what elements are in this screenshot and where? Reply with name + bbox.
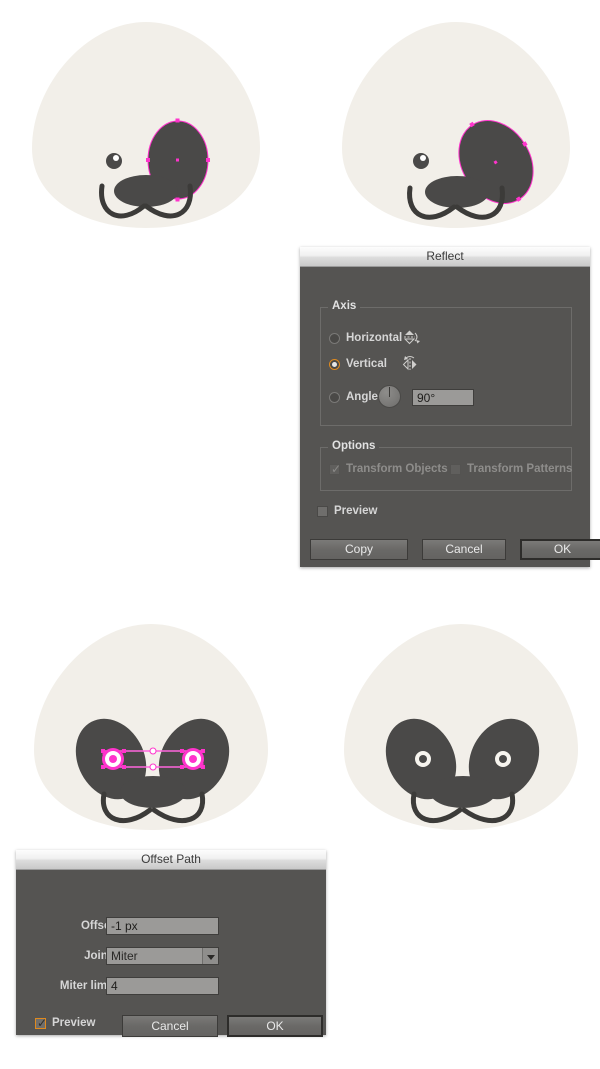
panda-eye-right-pupil bbox=[189, 755, 197, 763]
panda-eye-left-pupil bbox=[419, 755, 427, 763]
offset-input[interactable]: -1 px bbox=[106, 917, 219, 935]
checkmark-icon: ✓ bbox=[37, 1016, 48, 1030]
checkbox-preview-label[interactable]: Preview bbox=[334, 505, 377, 517]
panda-nose bbox=[120, 776, 186, 808]
panda-illustration-step-3 bbox=[34, 624, 268, 830]
panda-nose bbox=[430, 776, 496, 808]
joins-select-value: Miter bbox=[111, 949, 138, 963]
checkbox-transform-objects[interactable]: ✓ bbox=[329, 462, 342, 476]
miter-limit-input[interactable]: 4 bbox=[106, 977, 219, 995]
radio-axis-horizontal[interactable] bbox=[329, 333, 340, 344]
angle-dial-icon[interactable] bbox=[378, 385, 401, 408]
radio-axis-vertical[interactable] bbox=[329, 359, 340, 370]
panda-eye-left bbox=[106, 153, 122, 169]
joins-select[interactable]: Miter bbox=[106, 947, 219, 965]
artboard-step-2 bbox=[324, 14, 589, 239]
checkbox-transform-patterns-label[interactable]: Transform Patterns bbox=[467, 463, 572, 475]
ok-button[interactable]: OK bbox=[227, 1015, 323, 1037]
chevron-down-icon[interactable] bbox=[202, 948, 218, 964]
cancel-button[interactable]: Cancel bbox=[422, 539, 506, 560]
screenshot-canvas: Reflect Axis Horizontal Vertical Angle: … bbox=[0, 0, 600, 1069]
panda-eye-left-highlight bbox=[113, 155, 119, 161]
checkmark-icon: ✓ bbox=[331, 462, 342, 476]
panda-nose bbox=[425, 176, 489, 208]
checkbox-preview-label[interactable]: Preview bbox=[52, 1017, 95, 1029]
radio-axis-horizontal-label[interactable]: Horizontal bbox=[346, 332, 402, 344]
angle-value-input[interactable]: 90° bbox=[412, 389, 474, 406]
options-group-label: Options bbox=[328, 440, 380, 452]
panda-nose bbox=[114, 175, 178, 207]
panda-eye-left-pupil bbox=[109, 755, 117, 763]
reflect-dialog-title: Reflect bbox=[300, 247, 590, 267]
checkbox-transform-patterns[interactable] bbox=[450, 464, 461, 475]
radio-axis-vertical-label[interactable]: Vertical bbox=[346, 358, 387, 370]
offset-path-dialog: Offset Path Offset: -1 px Joins: Miter M… bbox=[16, 850, 326, 1037]
selection-handle-top-mid bbox=[149, 747, 157, 755]
copy-button[interactable]: Copy bbox=[310, 539, 408, 560]
miter-limit-field-label: Miter limit: bbox=[59, 980, 118, 992]
panda-eye-left-highlight bbox=[420, 155, 426, 161]
reflect-horizontal-icon bbox=[403, 330, 420, 345]
panda-eye-right-pupil bbox=[499, 755, 507, 763]
angle-dial-needle bbox=[389, 387, 390, 397]
cancel-button[interactable]: Cancel bbox=[122, 1015, 218, 1037]
artboard-step-4 bbox=[324, 614, 599, 839]
checkbox-preview[interactable] bbox=[317, 506, 328, 517]
panda-illustration-step-1 bbox=[32, 22, 260, 228]
panda-eye-left bbox=[413, 153, 429, 169]
checkbox-preview[interactable]: ✓ bbox=[35, 1016, 48, 1030]
checkbox-transform-objects-label[interactable]: Transform Objects bbox=[346, 463, 448, 475]
offset-path-dialog-title: Offset Path bbox=[16, 850, 326, 870]
axis-group-label: Axis bbox=[328, 300, 361, 312]
reflect-vertical-icon bbox=[402, 356, 417, 371]
radio-axis-angle[interactable] bbox=[329, 392, 340, 403]
artboard-step-3 bbox=[14, 614, 289, 839]
radio-axis-angle-label[interactable]: Angle: bbox=[346, 391, 382, 403]
artboard-step-1 bbox=[14, 14, 279, 239]
selection-handle-bottom-mid bbox=[149, 763, 157, 771]
ok-button[interactable]: OK bbox=[520, 539, 600, 560]
reflect-dialog: Reflect Axis Horizontal Vertical Angle: … bbox=[300, 247, 600, 567]
panda-illustration-step-2 bbox=[342, 22, 570, 228]
panda-illustration-step-4 bbox=[344, 624, 578, 830]
